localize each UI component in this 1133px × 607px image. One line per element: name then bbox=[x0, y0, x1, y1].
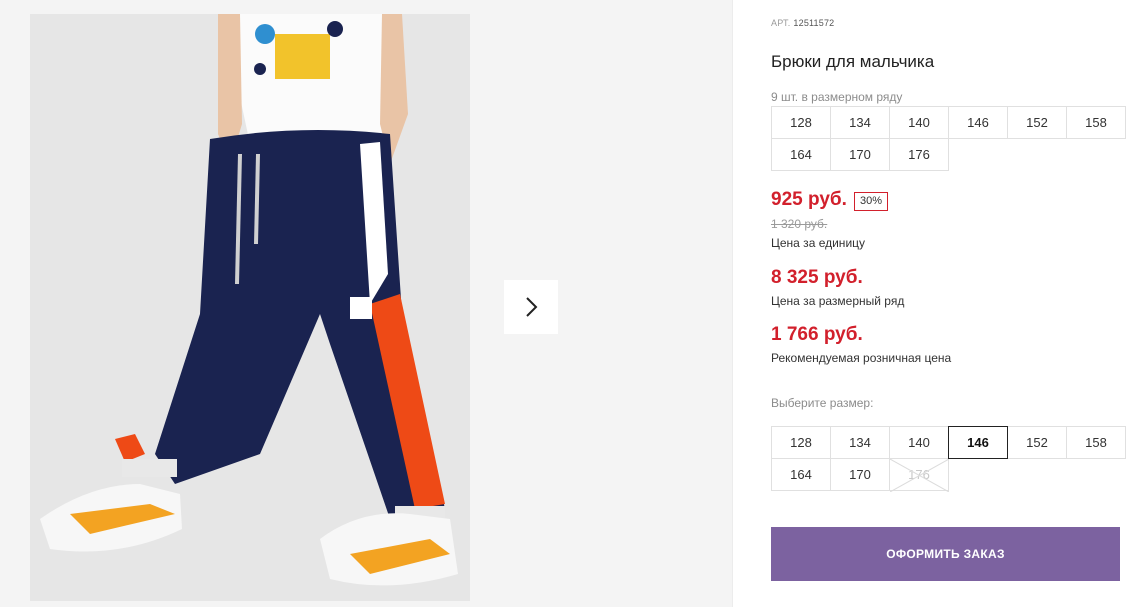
sku-label: АРТ. bbox=[771, 18, 791, 28]
sku: АРТ. 12511572 bbox=[771, 18, 834, 28]
range-size-cell: 164 bbox=[771, 138, 831, 171]
rrp-price: 1 766 руб. bbox=[771, 324, 863, 345]
range-count: 9 шт. в размерном ряду bbox=[771, 90, 903, 104]
range-size-cell: 134 bbox=[830, 106, 890, 139]
size-selector-grid: 128 134 140 146 152 158 164 170 176 bbox=[771, 426, 1127, 492]
range-price-label: Цена за размерный ряд bbox=[771, 294, 905, 308]
size-option-164[interactable]: 164 bbox=[771, 458, 831, 491]
discount-badge: 30% bbox=[854, 192, 889, 211]
product-gallery bbox=[0, 0, 733, 607]
size-option-128[interactable]: 128 bbox=[771, 426, 831, 459]
size-option-152[interactable]: 152 bbox=[1007, 426, 1067, 459]
product-title: Брюки для мальчика bbox=[771, 52, 935, 71]
range-size-cell: 158 bbox=[1066, 106, 1126, 139]
product-photo bbox=[30, 14, 470, 601]
range-size-cell: 140 bbox=[889, 106, 949, 139]
chevron-right-icon bbox=[526, 297, 538, 317]
range-size-cell: 128 bbox=[771, 106, 831, 139]
range-size-cell: 176 bbox=[889, 138, 949, 171]
old-price: 1 320 руб. bbox=[771, 217, 828, 231]
size-option-134[interactable]: 134 bbox=[830, 426, 890, 459]
size-option-140[interactable]: 140 bbox=[889, 426, 949, 459]
size-option-158[interactable]: 158 bbox=[1066, 426, 1126, 459]
sku-value: 12511572 bbox=[793, 18, 835, 28]
unavailable-cross-icon bbox=[890, 459, 949, 492]
range-size-cell: 152 bbox=[1007, 106, 1067, 139]
range-size-cell: 170 bbox=[830, 138, 890, 171]
size-option-146[interactable]: 146 bbox=[948, 426, 1008, 459]
unit-price: 925 руб. bbox=[771, 189, 847, 210]
choose-size-label: Выберите размер: bbox=[771, 396, 874, 410]
gallery-next-button[interactable] bbox=[504, 280, 558, 334]
rrp-price-label: Рекомендуемая розничная цена bbox=[771, 351, 952, 365]
range-size-cell: 146 bbox=[948, 106, 1008, 139]
range-price: 8 325 руб. bbox=[771, 267, 863, 288]
unit-price-label: Цена за единицу bbox=[771, 236, 866, 250]
order-button[interactable]: ОФОРМИТЬ ЗАКАЗ bbox=[771, 527, 1120, 581]
size-option-176: 176 bbox=[889, 458, 949, 492]
size-option-170[interactable]: 170 bbox=[830, 458, 890, 491]
range-size-grid: 128 134 140 146 152 158 164 170 176 bbox=[771, 106, 1127, 171]
